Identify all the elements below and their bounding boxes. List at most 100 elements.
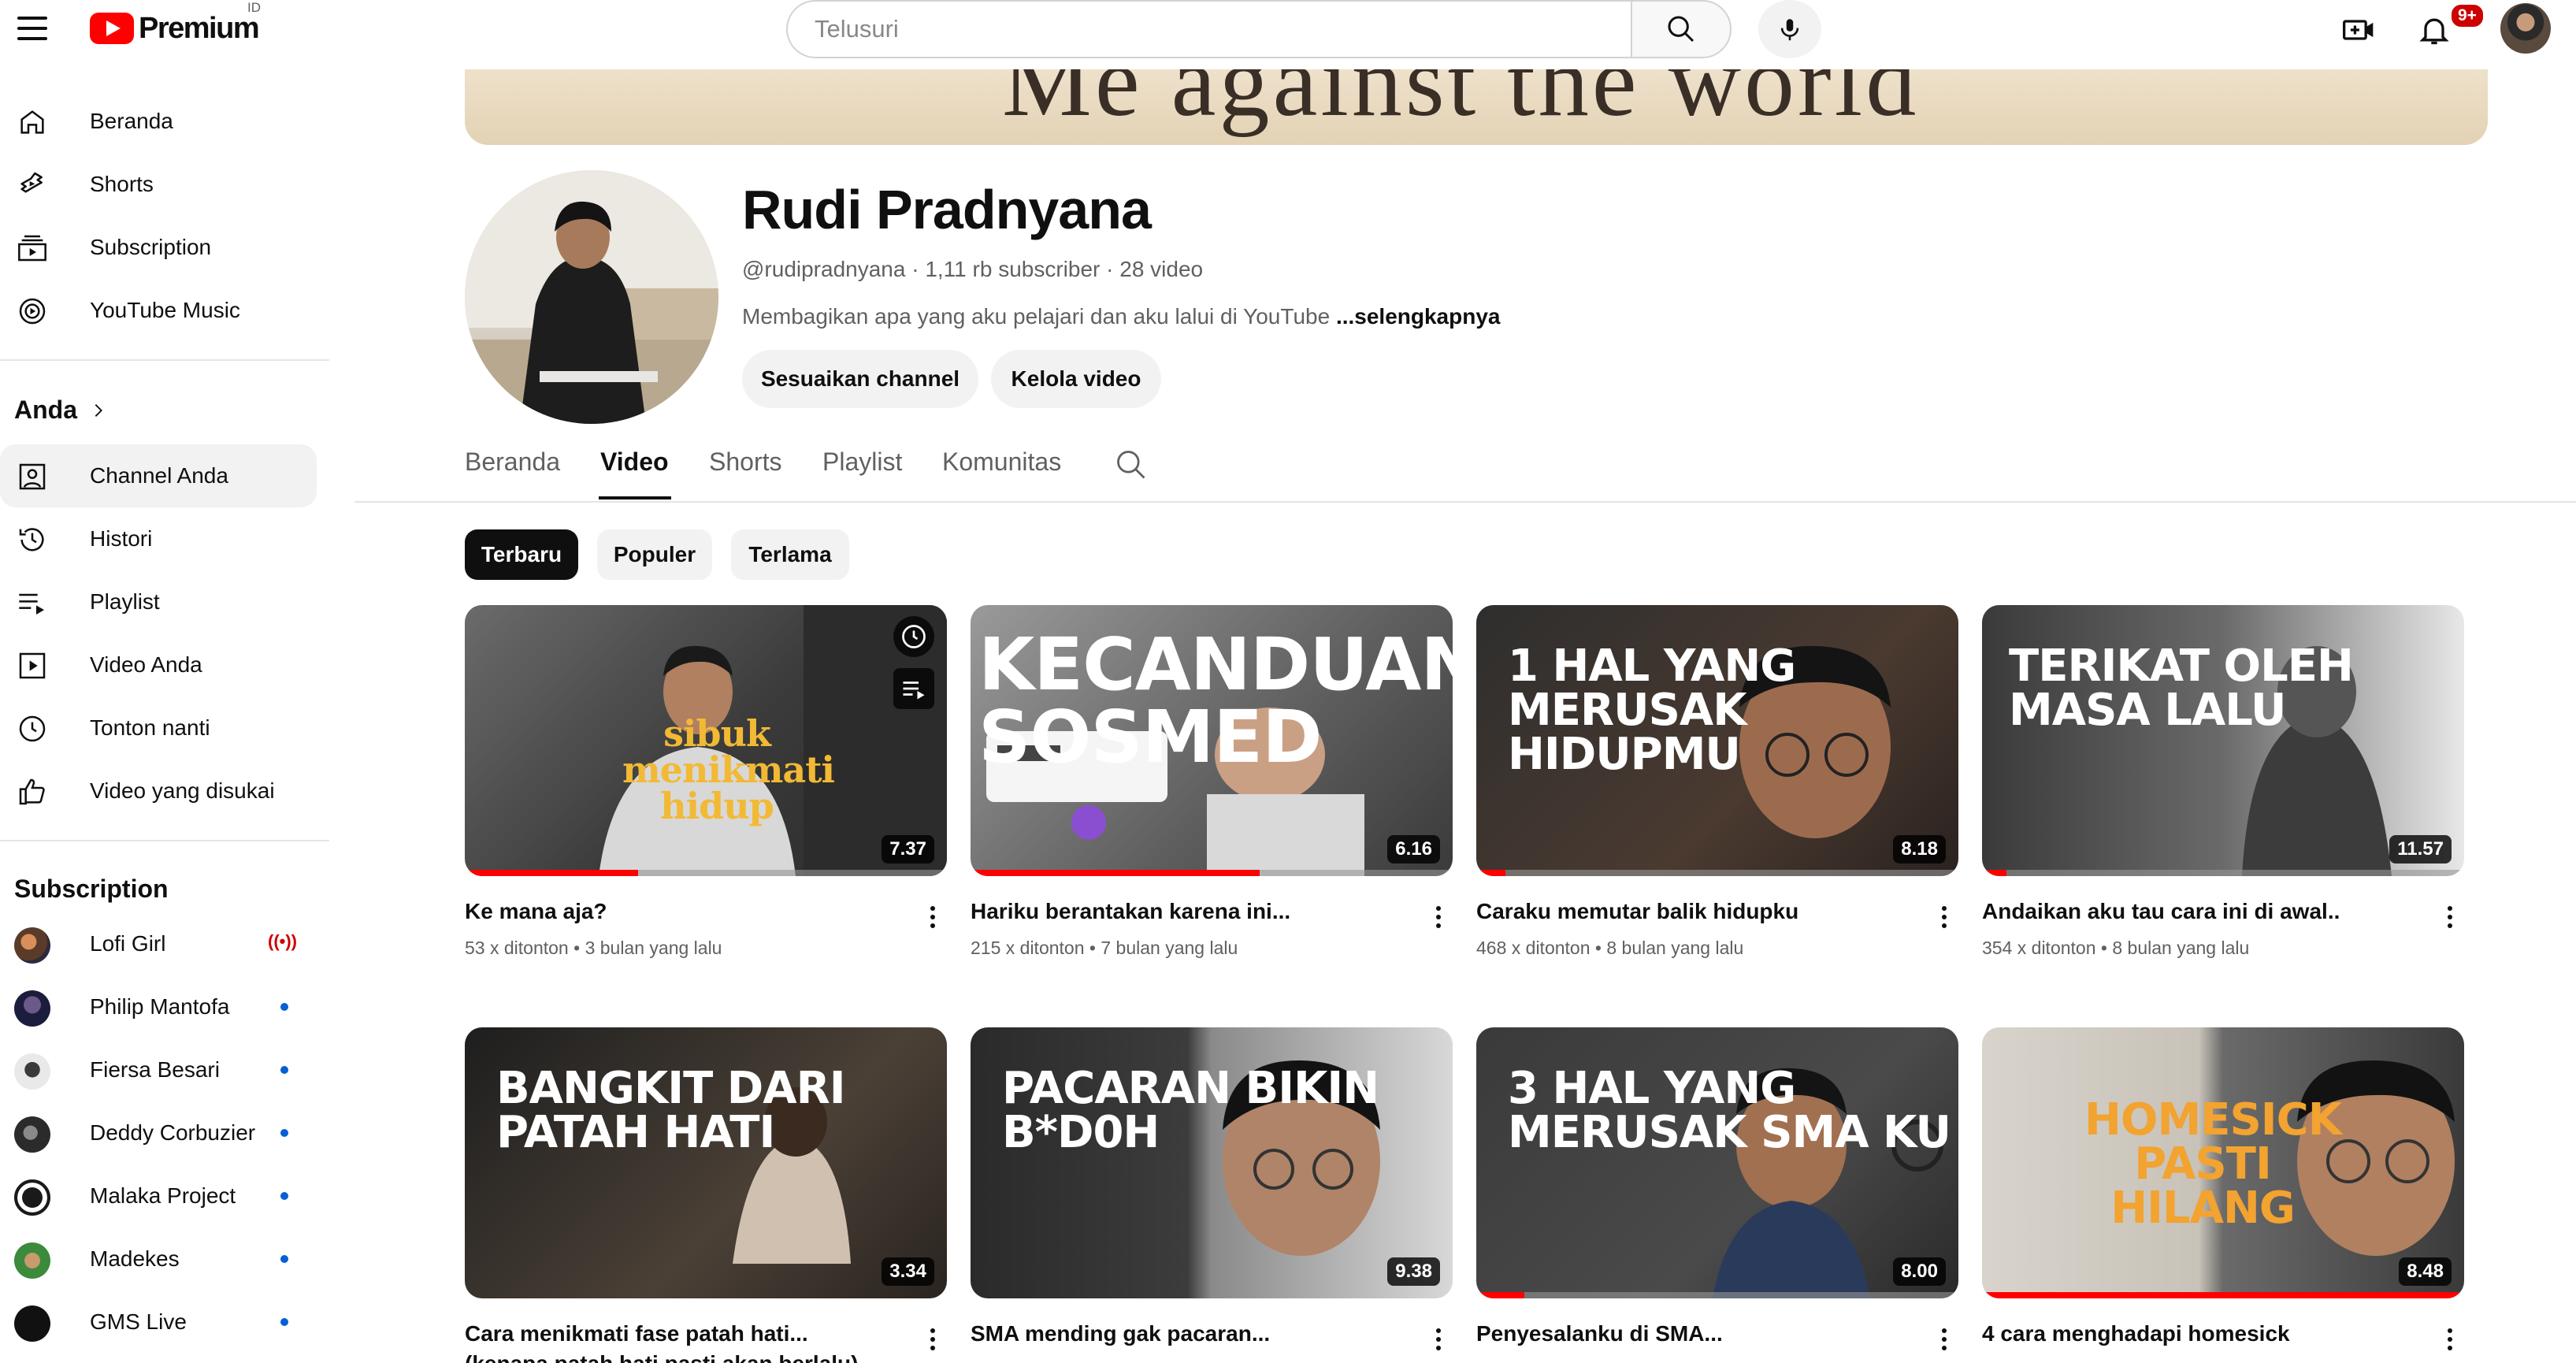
video-thumbnail[interactable]: sibuk menikmati hidup 7.37 [465, 605, 947, 876]
tab-community[interactable]: Komunitas [942, 448, 1061, 477]
tab-videos[interactable]: Video [600, 448, 669, 477]
video-thumbnail[interactable]: 1 HAL YANG MERUSAK HIDUPMU 8.18 [1476, 605, 1958, 876]
more-actions-icon[interactable] [2436, 1320, 2464, 1358]
sidebar-item-your-videos[interactable]: Video Anda [0, 633, 317, 696]
subscription-fiersa-besari[interactable]: Fiersa Besari [0, 1038, 317, 1101]
manage-videos-button[interactable]: Kelola video [991, 350, 1161, 408]
youtube-premium-logo[interactable]: Premium [90, 9, 260, 47]
channel-banner: Me against the world [465, 69, 2488, 145]
more-actions-icon[interactable] [1930, 898, 1958, 936]
more-actions-icon[interactable] [1424, 1320, 1453, 1358]
video-card[interactable]: 3 HAL YANG MERUSAK SMA KU 8.00 Penyesala… [1476, 1027, 1958, 1350]
more-link[interactable]: ...selengkapnya [1336, 304, 1501, 329]
video-thumbnail[interactable]: BANGKIT DARI PATAH HATI 3.34 [465, 1027, 947, 1298]
more-actions-icon[interactable] [919, 1320, 947, 1358]
youtube-logo-icon [90, 13, 134, 44]
watch-progress-bar [1982, 1292, 2464, 1298]
account-avatar[interactable] [2500, 3, 2551, 54]
thumbnail-text: 3 HAL YANG MERUSAK SMA KU [1508, 1063, 1951, 1158]
sidebar-item-home[interactable]: Beranda [0, 90, 317, 153]
tab-home[interactable]: Beranda [465, 448, 560, 477]
search-box [786, 0, 1631, 58]
channel-search-button[interactable] [1114, 448, 1149, 482]
subscription-lofi-girl[interactable]: Lofi Girl ((•)) [0, 912, 317, 975]
video-age: 8 bulan yang lalu [1606, 938, 1744, 958]
video-card[interactable]: BANGKIT DARI PATAH HATI 3.34 Cara menikm… [465, 1027, 947, 1363]
create-video-icon [2343, 20, 2374, 40]
video-title[interactable]: Caraku memutar balik hidupku [1476, 897, 1902, 927]
video-duration: 9.38 [1387, 1257, 1440, 1286]
chip-latest[interactable]: Terbaru [465, 529, 578, 580]
add-to-queue-icon[interactable] [893, 668, 934, 709]
search-button[interactable] [1631, 0, 1732, 58]
sidebar-item-label: Histori [90, 526, 153, 551]
video-thumbnail[interactable]: KECANDUAN SOSMED 6.16 [971, 605, 1453, 876]
video-title[interactable]: Andaikan aku tau cara ini di awal.. [1982, 897, 2407, 927]
video-card[interactable]: TERIKAT OLEH MASA LALU 11.57 Andaikan ak… [1982, 605, 2464, 958]
you-section-heading[interactable]: Anda [14, 396, 107, 425]
video-thumbnail[interactable]: HOMESICK PASTI HILANG 8.48 [1982, 1027, 2464, 1298]
sidebar-item-your-channel[interactable]: Channel Anda [0, 444, 317, 507]
search-input[interactable] [815, 15, 1631, 43]
you-heading-label: Anda [14, 396, 77, 424]
subscription-malaka-project[interactable]: Malaka Project [0, 1164, 317, 1227]
subscription-gms-live[interactable]: GMS Live [0, 1291, 317, 1354]
video-age: 8 bulan yang lalu [2112, 938, 2250, 958]
sidebar-item-history[interactable]: Histori [0, 507, 317, 570]
create-button[interactable] [2335, 8, 2382, 52]
sidebar-item-youtube-music[interactable]: YouTube Music [0, 279, 317, 342]
video-meta: 468 x ditonton • 8 bulan yang lalu [1476, 938, 1744, 958]
more-actions-icon[interactable] [919, 898, 947, 936]
video-card[interactable]: HOMESICK PASTI HILANG 8.48 4 cara mengha… [1982, 1027, 2464, 1350]
thumbnail-text: sibuk menikmati hidup [622, 712, 835, 827]
sidebar-item-watch-later[interactable]: Tonton nanti [0, 696, 317, 759]
watch-later-icon[interactable] [893, 616, 934, 657]
video-meta: 354 x ditonton • 8 bulan yang lalu [1982, 938, 2250, 958]
sidebar-item-label: Tonton nanti [90, 715, 210, 740]
video-card[interactable]: sibuk menikmati hidup 7.37 Ke mana aja? … [465, 605, 947, 958]
live-broadcast-icon: ((•)) [268, 931, 298, 951]
video-title[interactable]: 4 cara menghadapi homesick [1982, 1319, 2407, 1349]
voice-search-button[interactable] [1758, 0, 1821, 58]
customize-channel-button[interactable]: Sesuaikan channel [742, 350, 978, 408]
video-thumbnail[interactable]: PACARAN BIKIN B*D0H 9.38 [971, 1027, 1453, 1298]
video-views: 215 x ditonton [971, 938, 1085, 958]
video-title[interactable]: SMA mending gak pacaran... [971, 1319, 1396, 1349]
shorts-icon [16, 169, 49, 202]
more-actions-icon[interactable] [1930, 1320, 1958, 1358]
channel-description-text: Membagikan apa yang aku pelajari dan aku… [742, 304, 1336, 329]
tab-playlists[interactable]: Playlist [822, 448, 902, 477]
sidebar-item-shorts[interactable]: Shorts [0, 153, 317, 216]
subscription-name: GMS Live [90, 1309, 187, 1334]
video-title[interactable]: Penyesalanku di SMA... [1476, 1319, 1902, 1349]
subscription-madekes[interactable]: Madekes [0, 1227, 317, 1291]
video-title[interactable]: Cara menikmati fase patah hati...(kenapa… [465, 1319, 890, 1363]
notification-count-badge: 9+ [2450, 3, 2485, 28]
channel-avatar-large[interactable] [465, 170, 718, 424]
video-thumbnail[interactable]: TERIKAT OLEH MASA LALU 11.57 [1982, 605, 2464, 876]
video-card[interactable]: 1 HAL YANG MERUSAK HIDUPMU 8.18 Caraku m… [1476, 605, 1958, 958]
video-card[interactable]: KECANDUAN SOSMED 6.16 Hariku berantakan … [971, 605, 1453, 958]
subscription-deddy-corbuzier[interactable]: Deddy Corbuzier [0, 1101, 317, 1164]
thumbnail-text: TERIKAT OLEH MASA LALU [2009, 641, 2354, 736]
chevron-right-icon [95, 403, 102, 417]
video-title[interactable]: Ke mana aja? [465, 897, 890, 927]
sidebar-item-label: Subscription [90, 235, 212, 259]
subscription-philip-mantofa[interactable]: Philip Mantofa [0, 975, 317, 1038]
chip-oldest[interactable]: Terlama [731, 529, 849, 580]
sidebar-item-subscriptions[interactable]: Subscription [0, 216, 317, 279]
video-meta: 215 x ditonton • 7 bulan yang lalu [971, 938, 1238, 958]
more-actions-icon[interactable] [1424, 898, 1453, 936]
sidebar-item-playlists[interactable]: Playlist [0, 570, 317, 633]
video-thumbnail[interactable]: 3 HAL YANG MERUSAK SMA KU 8.00 [1476, 1027, 1958, 1298]
menu-icon[interactable] [17, 11, 52, 46]
tab-shorts[interactable]: Shorts [709, 448, 781, 477]
search-icon [1668, 16, 1694, 43]
chip-popular[interactable]: Populer [597, 529, 712, 580]
sidebar-item-liked-videos[interactable]: Video yang disukai [0, 759, 317, 823]
channel-description[interactable]: Membagikan apa yang aku pelajari dan aku… [742, 304, 1500, 329]
video-title[interactable]: Hariku berantakan karena ini... [971, 897, 1396, 927]
more-actions-icon[interactable] [2436, 898, 2464, 936]
video-duration: 7.37 [882, 835, 934, 863]
video-card[interactable]: PACARAN BIKIN B*D0H 9.38 SMA mending gak… [971, 1027, 1453, 1350]
